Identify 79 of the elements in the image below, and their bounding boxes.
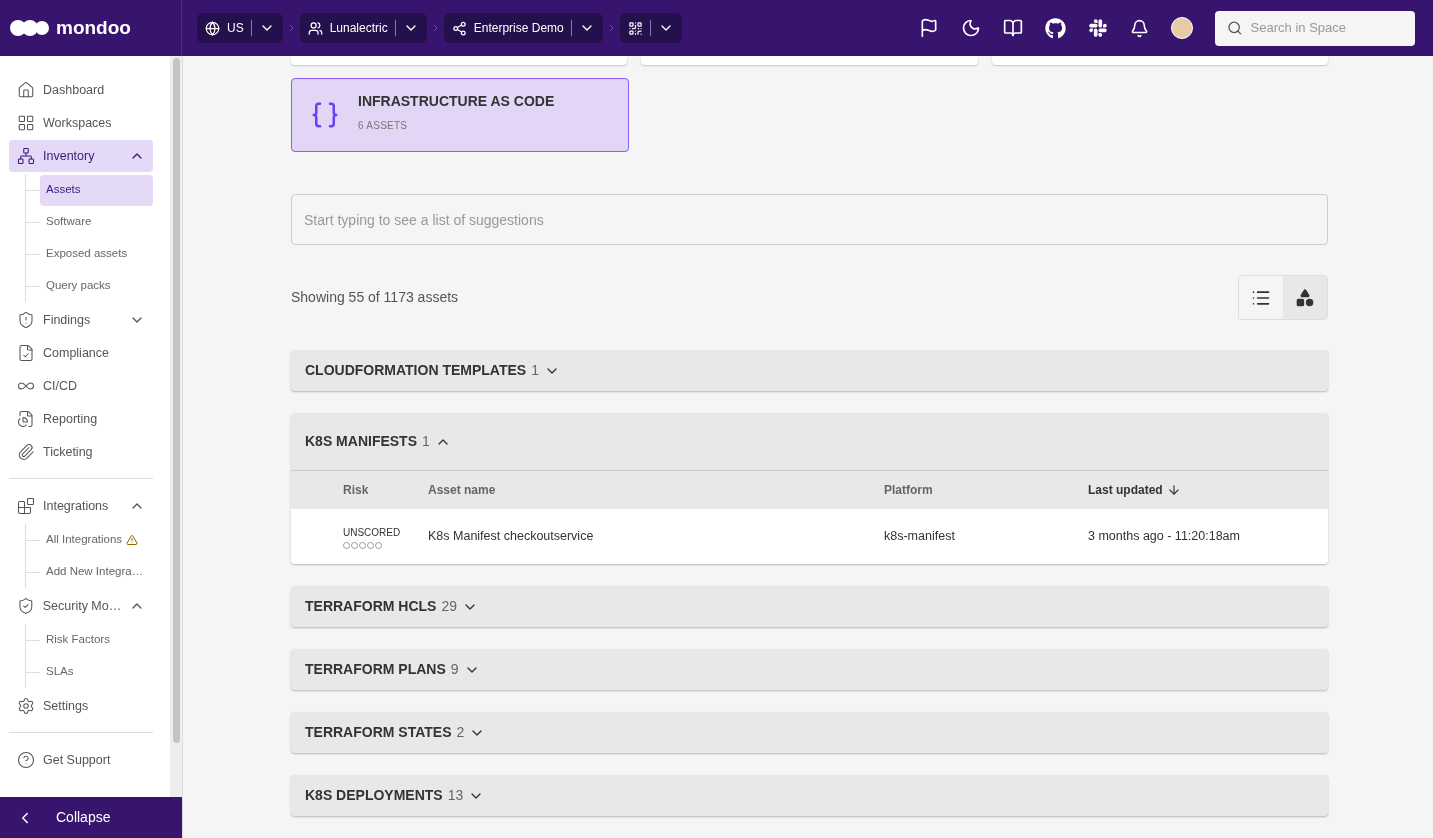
breadcrumb-dropdown[interactable] xyxy=(619,13,682,43)
group-header[interactable]: TERRAFORM HCLS 29 xyxy=(291,586,1328,627)
flag-icon[interactable] xyxy=(919,18,939,38)
nav-item[interactable]: Settings xyxy=(9,690,153,722)
nav-subitem[interactable]: Query packs xyxy=(40,270,153,302)
nav-item[interactable]: CI/CD xyxy=(9,370,153,402)
nav-item[interactable]: Inventory xyxy=(9,140,153,172)
chevron-separator-icon xyxy=(608,24,614,32)
chevron-separator-icon xyxy=(288,24,294,32)
users-icon xyxy=(307,20,323,36)
group-header[interactable]: K8S MANIFESTS 1 xyxy=(291,413,1328,470)
nav-item[interactable]: Ticketing xyxy=(9,436,153,468)
globe-icon xyxy=(205,20,220,36)
nav-subitem[interactable]: Risk Factors xyxy=(40,624,153,656)
grid-icon xyxy=(17,114,35,132)
risk-label: UNSCORED xyxy=(343,525,402,540)
blocks-icon xyxy=(17,497,35,515)
shield-icon xyxy=(17,311,35,329)
settings-icon xyxy=(17,697,35,715)
nav-subitem[interactable]: Add New Integra… xyxy=(40,556,153,588)
nav-subitem[interactable]: Exposed assets xyxy=(40,238,153,270)
nav-item[interactable]: Integrations xyxy=(9,490,153,522)
nav-item[interactable]: Dashboard xyxy=(9,74,153,106)
home-icon xyxy=(17,81,35,99)
scrollbar[interactable] xyxy=(170,56,182,797)
document-check-icon xyxy=(17,344,35,362)
nav-subitem[interactable]: All Integrations xyxy=(40,524,153,556)
group-header[interactable]: TERRAFORM PLANS 9 xyxy=(291,649,1328,690)
shapes-view-button[interactable] xyxy=(1283,276,1327,319)
bell-icon[interactable] xyxy=(1130,18,1149,38)
search-input[interactable]: Search in Space xyxy=(1250,18,1403,38)
breadcrumb-dropdown[interactable]: US xyxy=(197,13,283,43)
breadcrumb-dropdown[interactable]: Lunalectric xyxy=(299,13,427,43)
chevron-separator-icon xyxy=(432,24,438,32)
category-card[interactable]: INFRASTRUCTURE AS CODE 6 ASSETS xyxy=(291,78,629,152)
group-header[interactable]: TERRAFORM STATES 2 xyxy=(291,712,1328,753)
breadcrumb-dropdown[interactable]: Enterprise Demo xyxy=(443,13,603,43)
paperclip-icon xyxy=(17,443,35,461)
collapse-button[interactable]: Collapse xyxy=(0,797,182,838)
book-icon[interactable] xyxy=(1003,18,1023,38)
nav-item[interactable]: Compliance xyxy=(9,337,153,369)
logo-text: mondoo xyxy=(56,15,131,40)
search-icon xyxy=(1227,19,1243,37)
github-icon[interactable] xyxy=(1045,17,1066,39)
nav-item[interactable]: Get Support xyxy=(9,744,153,776)
help-icon xyxy=(17,751,35,769)
shield-icon xyxy=(17,597,35,615)
card-subtitle: 6 ASSETS xyxy=(358,119,409,133)
column-header[interactable]: Risk xyxy=(291,481,428,499)
avatar[interactable] xyxy=(1171,17,1193,39)
chart-document-icon xyxy=(17,410,35,428)
column-header[interactable]: Last updated xyxy=(1088,481,1328,499)
braces-icon xyxy=(310,100,340,130)
moon-icon[interactable] xyxy=(961,18,981,38)
nodes-icon xyxy=(451,20,467,36)
shapes-icon xyxy=(1295,287,1315,308)
hierarchy-icon xyxy=(17,147,35,165)
column-header[interactable]: Platform xyxy=(884,481,1088,499)
table-row[interactable]: UNSCORED K8s Manifest checkoutservice k8s-manifest 3 months ago - 11:20:18am xyxy=(291,509,1328,564)
asset-name[interactable]: K8s Manifest checkoutservice xyxy=(428,527,884,546)
nav-subitem[interactable]: Assets xyxy=(40,174,153,206)
group-header[interactable]: CLOUDFORMATION TEMPLATES 1 xyxy=(291,350,1328,391)
nav-item[interactable]: Security Mo… xyxy=(9,590,153,622)
platform-text: k8s-manifest xyxy=(884,528,956,546)
summary-text: Showing 55 of 1173 assets xyxy=(291,288,459,307)
logo-icon xyxy=(10,19,50,37)
card-title: INFRASTRUCTURE AS CODE xyxy=(358,92,555,111)
filter-input[interactable]: Start typing to see a list of suggestions xyxy=(291,194,1328,245)
group-header[interactable]: K8S DEPLOYMENTS 13 xyxy=(291,775,1328,816)
nav-subitem[interactable]: Software xyxy=(40,206,153,238)
column-header[interactable]: Asset name xyxy=(428,481,884,499)
nav-subitem[interactable]: SLAs xyxy=(40,656,153,688)
slack-icon[interactable] xyxy=(1088,18,1108,38)
nav-item[interactable]: Workspaces xyxy=(9,107,153,139)
qr-code-icon xyxy=(627,20,643,36)
updated-text: 3 months ago - 11:20:18am xyxy=(1088,528,1241,546)
nav-item[interactable]: Reporting xyxy=(9,403,153,435)
search-field[interactable]: Search in Space xyxy=(1215,10,1415,46)
nav-item[interactable]: Findings xyxy=(9,304,153,336)
